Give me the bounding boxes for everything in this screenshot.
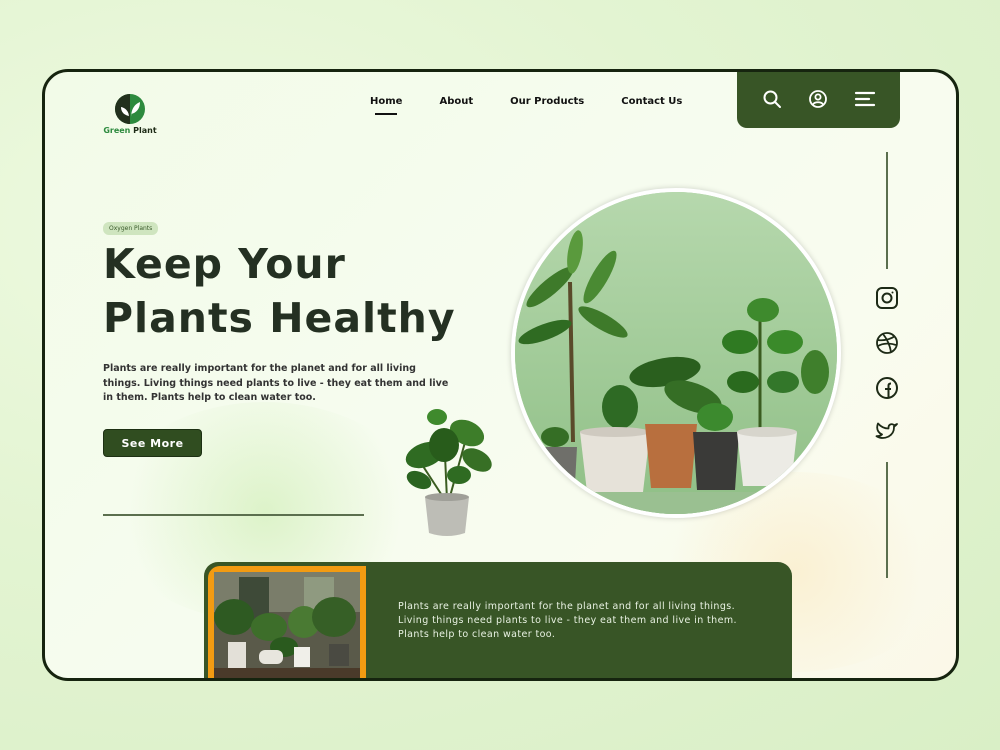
instagram-link[interactable] [873,284,901,312]
category-badge: Oxygen Plants [103,222,159,235]
nav-item-about[interactable]: About [439,96,473,107]
see-more-button[interactable]: See More [103,429,202,457]
info-card: Plants are really important for the plan… [204,562,792,678]
brand-name: Green Plant [103,126,157,135]
dribbble-icon [876,332,898,354]
facebook-icon [876,377,898,399]
hero-title-line-1: Keep Your [103,240,346,288]
account-button[interactable] [806,87,830,111]
user-icon [809,89,828,108]
menu-button[interactable] [853,87,877,111]
nav-item-home[interactable]: Home [370,96,402,115]
search-button[interactable] [760,87,784,111]
menu-icon [854,91,875,106]
leaf-logo-icon [115,94,145,124]
card-photo-frame [208,566,366,678]
hero-title-line-2: Plants Healthy [103,294,456,342]
brand-logo[interactable]: Green Plant [103,93,157,135]
featured-plants-image [511,188,841,518]
twitter-icon [875,422,898,439]
potted-plant-image [405,409,492,536]
nav-item-our-products[interactable]: Our Products [510,96,584,107]
plants-group-illustration [515,192,837,514]
dribbble-link[interactable] [873,329,901,357]
nav-item-contact-us[interactable]: Contact Us [621,96,682,107]
twitter-link[interactable] [873,418,901,446]
indoor-plants-photo [214,572,360,678]
main-nav: Home About Our Products Contact Us [370,96,682,115]
landing-page-frame: Green Plant Home About Our Products Cont… [42,69,959,681]
rail-line-top [886,152,888,269]
card-description: Plants are really important for the plan… [398,601,737,640]
hero-title: Keep Your Plants Healthy [103,237,456,345]
hero-description: Plants are really important for the plan… [103,363,449,403]
hero-divider [103,514,364,516]
instagram-icon [876,287,898,309]
search-icon [763,90,782,108]
header-toolbar [737,72,900,128]
facebook-link[interactable] [873,374,901,402]
rail-line-bottom [886,462,888,578]
